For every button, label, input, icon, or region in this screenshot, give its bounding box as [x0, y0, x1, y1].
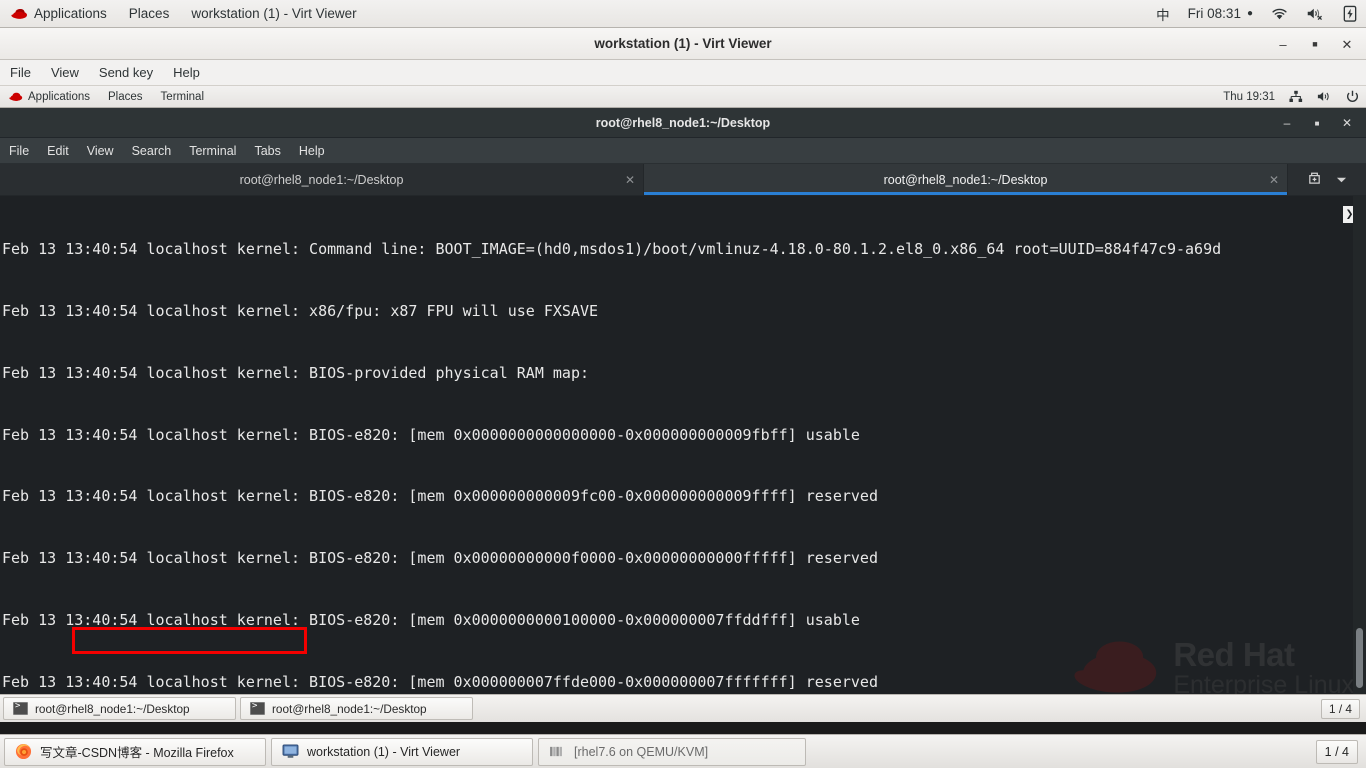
terminal-line: Feb 13 13:40:54 localhost kernel: BIOS-e…: [2, 487, 878, 506]
terminal-line: Feb 13 13:40:54 localhost kernel: BIOS-e…: [2, 610, 860, 629]
terminal-scrollbar-thumb[interactable]: [1356, 628, 1363, 688]
host-workspace-pager[interactable]: 1 / 4: [1315, 739, 1358, 764]
terminal-tab-1[interactable]: root@rhel8_node1:~/Desktop ✕: [0, 164, 644, 195]
virt-manager-icon: [549, 745, 566, 758]
chevron-down-icon[interactable]: [1336, 171, 1347, 189]
firefox-icon: [15, 743, 32, 760]
input-method-indicator[interactable]: 中: [1147, 0, 1179, 28]
terminal-menu-view[interactable]: View: [78, 138, 123, 164]
guest-workspace-pager[interactable]: 1 / 4: [1321, 698, 1360, 719]
guest-terminal-label: Terminal: [160, 90, 205, 103]
terminal-titlebar[interactable]: root@rhel8_node1:~/Desktop – ■ ✕: [0, 108, 1366, 138]
battery-charging-icon[interactable]: [1334, 0, 1366, 28]
guest-places-label: Places: [108, 90, 143, 103]
host-applications-label: Applications: [34, 6, 107, 21]
terminal-menu-search[interactable]: Search: [123, 138, 181, 164]
input-method-label: 中: [1156, 7, 1170, 23]
terminal-tab-2[interactable]: root@rhel8_node1:~/Desktop ✕: [644, 164, 1288, 195]
virt-viewer-icon: [282, 744, 299, 759]
host-clock-dot-icon: ●: [1246, 8, 1253, 19]
terminal-tab-2-close-icon[interactable]: ✕: [1269, 173, 1279, 187]
virt-viewer-title: workstation (1) - Virt Viewer: [594, 36, 772, 51]
menu-help[interactable]: Help: [163, 60, 210, 86]
terminal-line: Feb 13 13:40:54 localhost kernel: BIOS-p…: [2, 363, 589, 382]
virt-viewer-menubar: File View Send key Help: [0, 60, 1366, 86]
terminal-close-button[interactable]: ✕: [1334, 111, 1360, 135]
guest-clock[interactable]: Thu 19:31: [1216, 86, 1282, 108]
virt-viewer-minimize-button[interactable]: –: [1268, 31, 1298, 57]
terminal-scrollbar[interactable]: [1353, 196, 1366, 694]
guest-taskbar-item-2-label: root@rhel8_node1:~/Desktop: [272, 701, 427, 716]
terminal-menu-tabs[interactable]: Tabs: [245, 138, 289, 164]
terminal-icon: [250, 701, 265, 715]
guest-taskbar-item-terminal-2[interactable]: root@rhel8_node1:~/Desktop: [240, 697, 473, 720]
terminal-window-controls: – ■ ✕: [1274, 108, 1360, 138]
guest-redhat-logo-icon: [9, 91, 23, 102]
menu-view[interactable]: View: [41, 60, 89, 86]
guest-applications-label: Applications: [28, 90, 91, 103]
guest-places-menu[interactable]: Places: [99, 86, 152, 108]
guest-taskbar-item-terminal-1[interactable]: root@rhel8_node1:~/Desktop: [3, 697, 236, 720]
terminal-tab-2-label: root@rhel8_node1:~/Desktop: [883, 172, 1048, 187]
terminal-line: Feb 13 13:40:54 localhost kernel: Comman…: [2, 240, 1222, 259]
terminal-maximize-button[interactable]: ■: [1304, 111, 1330, 135]
guest-applications-menu[interactable]: Applications: [0, 86, 99, 108]
menu-file[interactable]: File: [0, 60, 41, 86]
host-active-window-label: workstation (1) - Virt Viewer: [191, 6, 357, 21]
terminal-line: Feb 13 13:40:54 localhost kernel: x86/fp…: [2, 301, 599, 320]
terminal-menu-edit[interactable]: Edit: [38, 138, 78, 164]
terminal-tab-1-close-icon[interactable]: ✕: [625, 173, 635, 187]
volume-muted-icon[interactable]: [1297, 0, 1334, 28]
menu-send-key[interactable]: Send key: [89, 60, 163, 86]
host-taskbar-item-virt-viewer[interactable]: workstation (1) - Virt Viewer: [271, 737, 533, 766]
terminal-menu-file[interactable]: File: [0, 138, 38, 164]
guest-desktop: Applications Places Terminal Thu 19:31 r…: [0, 86, 1366, 734]
gnome-terminal-window: root@rhel8_node1:~/Desktop – ■ ✕ File Ed…: [0, 108, 1366, 694]
virt-viewer-window: workstation (1) - Virt Viewer – ■ ✕ File…: [0, 28, 1366, 734]
virt-viewer-window-controls: – ■ ✕: [1268, 28, 1362, 60]
terminal-line: Feb 13 13:40:54 localhost kernel: BIOS-e…: [2, 425, 860, 444]
guest-taskbar: root@rhel8_node1:~/Desktop root@rhel8_no…: [0, 694, 1366, 722]
terminal-tab-1-label: root@rhel8_node1:~/Desktop: [239, 172, 404, 187]
host-taskbar-item-1-label: 写文章-CSDN博客 - Mozilla Firefox: [40, 746, 234, 760]
terminal-icon: [13, 701, 28, 715]
host-top-panel: Applications Places workstation (1) - Vi…: [0, 0, 1366, 28]
virt-viewer-close-button[interactable]: ✕: [1332, 31, 1362, 57]
network-wired-icon[interactable]: [1282, 86, 1310, 108]
terminal-text-buffer: Feb 13 13:40:54 localhost kernel: Comman…: [0, 196, 1366, 694]
host-taskbar: 写文章-CSDN博客 - Mozilla Firefox workstation…: [0, 734, 1366, 768]
host-active-window-title[interactable]: workstation (1) - Virt Viewer: [180, 0, 367, 28]
terminal-output-area[interactable]: Red Hat Enterprise Linux Feb 13 13:40:54…: [0, 196, 1366, 694]
host-taskbar-item-3-label: [rhel7.6 on QEMU/KVM]: [574, 744, 709, 759]
guest-clock-label: Thu 19:31: [1223, 90, 1275, 103]
guest-terminal-window-item[interactable]: Terminal: [152, 86, 213, 108]
host-taskbar-item-firefox[interactable]: 写文章-CSDN博客 - Mozilla Firefox: [4, 737, 266, 766]
terminal-line: Feb 13 13:40:54 localhost kernel: BIOS-e…: [2, 672, 878, 691]
virt-viewer-maximize-button[interactable]: ■: [1300, 31, 1330, 57]
terminal-tab-actions: [1288, 164, 1366, 195]
host-clock-label: Fri 08:31: [1187, 6, 1241, 21]
terminal-tab-bar: root@rhel8_node1:~/Desktop ✕ root@rhel8_…: [0, 164, 1366, 196]
terminal-minimize-button[interactable]: –: [1274, 111, 1300, 135]
virt-viewer-titlebar[interactable]: workstation (1) - Virt Viewer – ■ ✕: [0, 28, 1366, 60]
volume-icon[interactable]: [1310, 86, 1339, 108]
host-taskbar-item-virt-manager[interactable]: [rhel7.6 on QEMU/KVM]: [538, 737, 806, 766]
redhat-logo-icon: [11, 7, 28, 20]
guest-top-panel: Applications Places Terminal Thu 19:31: [0, 86, 1366, 108]
new-tab-icon[interactable]: [1307, 170, 1322, 190]
wifi-icon[interactable]: [1262, 0, 1297, 28]
host-places-menu[interactable]: Places: [118, 0, 181, 28]
host-taskbar-item-2-label: workstation (1) - Virt Viewer: [307, 744, 461, 759]
host-applications-menu[interactable]: Applications: [0, 0, 118, 28]
power-icon[interactable]: [1339, 86, 1366, 108]
host-places-label: Places: [128, 6, 170, 21]
host-clock[interactable]: Fri 08:31 ●: [1179, 0, 1262, 28]
terminal-title: root@rhel8_node1:~/Desktop: [595, 115, 771, 130]
terminal-menu-help[interactable]: Help: [290, 138, 334, 164]
terminal-menu-terminal[interactable]: Terminal: [180, 138, 245, 164]
guest-taskbar-item-1-label: root@rhel8_node1:~/Desktop: [35, 701, 190, 716]
terminal-line: Feb 13 13:40:54 localhost kernel: BIOS-e…: [2, 549, 878, 568]
terminal-menubar: File Edit View Search Terminal Tabs Help: [0, 138, 1366, 164]
